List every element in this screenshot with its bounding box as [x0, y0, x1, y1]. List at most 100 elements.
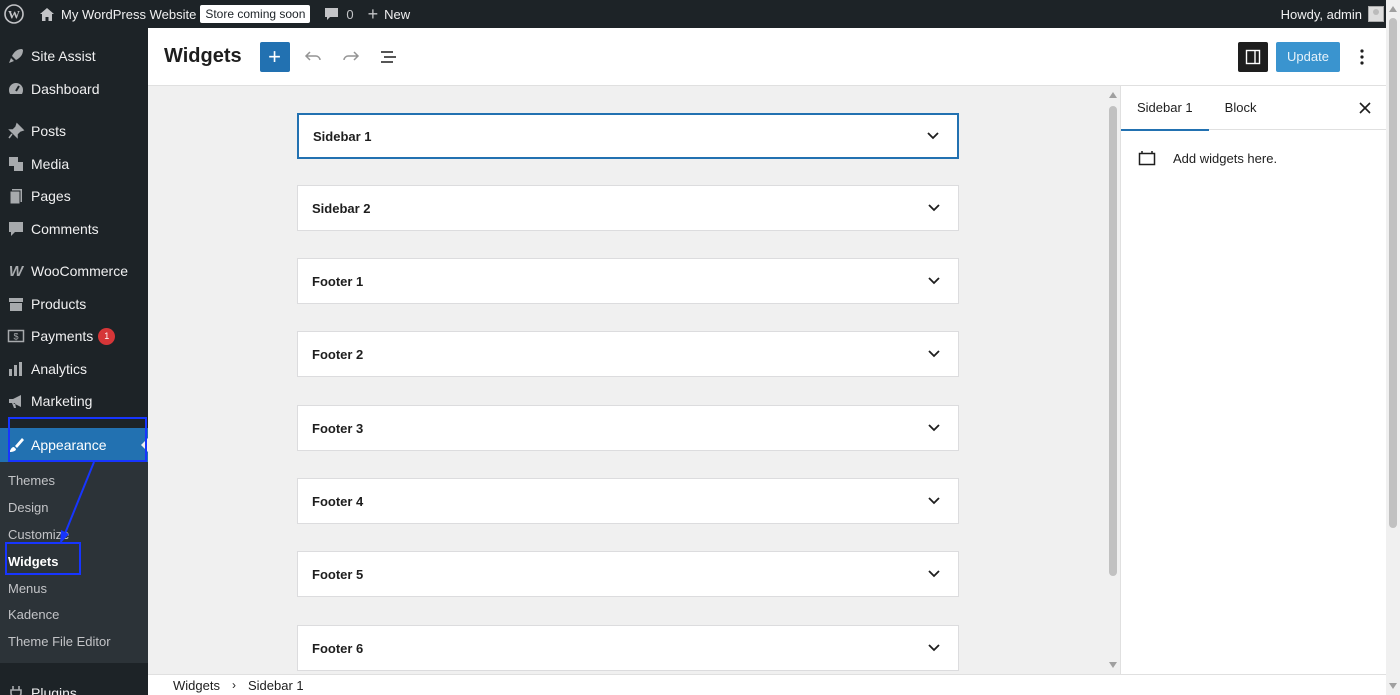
home-icon [39, 7, 55, 22]
more-options-button[interactable] [1350, 42, 1374, 72]
widget-area-title: Footer 4 [312, 493, 364, 509]
scroll-down-arrow-icon[interactable] [1389, 683, 1397, 689]
svg-text:$: $ [13, 332, 18, 342]
notification-badge: 1 [98, 327, 116, 345]
widget-area-icon [1137, 148, 1157, 168]
chevron-down-icon[interactable] [926, 566, 942, 582]
sidebar-item-pages[interactable]: Pages [0, 180, 148, 213]
window-scrollbar[interactable] [1386, 0, 1400, 695]
comments-link[interactable]: 0 [317, 0, 360, 28]
settings-tabs: Sidebar 1 Block [1121, 86, 1386, 131]
megaphone-icon [6, 391, 26, 411]
scroll-up-arrow-icon[interactable] [1389, 6, 1397, 12]
new-content-link[interactable]: + New [361, 0, 418, 28]
sidebar-item-label: Analytics [31, 360, 88, 377]
svg-text:W: W [8, 8, 20, 22]
chevron-down-icon[interactable] [926, 420, 942, 436]
sidebar-item-label: Media [31, 155, 70, 172]
sidebar-item-comments[interactable]: Comments [0, 213, 148, 246]
submenu-item-design[interactable]: Design [0, 494, 148, 521]
tab-block[interactable]: Block [1209, 86, 1273, 130]
comment-icon [6, 219, 26, 239]
widget-areas-canvas: Sidebar 1 Sidebar 2 Footer 1 Footer 2 Fo… [148, 86, 1106, 674]
widget-area-panel[interactable]: Footer 2 [297, 331, 959, 377]
chevron-down-icon[interactable] [926, 640, 942, 656]
scrollbar-thumb[interactable] [1389, 18, 1397, 528]
submenu-item-menus[interactable]: Menus [0, 575, 148, 602]
scroll-up-arrow-icon[interactable] [1109, 92, 1117, 98]
sidebar-item-dashboard[interactable]: Dashboard [0, 73, 148, 106]
settings-toggle-button[interactable] [1238, 41, 1268, 72]
site-name: My WordPress Website [61, 6, 197, 22]
widget-area-panel[interactable]: Footer 1 [297, 258, 959, 304]
widget-area-panel[interactable]: Footer 4 [297, 478, 959, 524]
close-icon [1359, 101, 1371, 114]
redo-button[interactable] [336, 42, 366, 72]
sidebar-item-label: Comments [31, 220, 99, 237]
submenu-item-kadence[interactable]: Kadence [0, 601, 148, 628]
chevron-down-icon[interactable] [926, 200, 942, 216]
widget-area-title: Footer 6 [312, 640, 364, 656]
widget-area-panel[interactable]: Footer 5 [297, 551, 959, 597]
pin-icon [6, 121, 26, 141]
editor-header: Widgets + Update [148, 28, 1386, 86]
sidebar-item-marketing[interactable]: Marketing [0, 385, 148, 418]
chevron-down-icon[interactable] [926, 273, 942, 289]
store-status-badge[interactable]: Store coming soon [200, 5, 311, 23]
tab-widget-area[interactable]: Sidebar 1 [1121, 86, 1209, 131]
chevron-down-icon[interactable] [925, 128, 941, 144]
add-widgets-message: Add widgets here. [1173, 150, 1278, 166]
wordpress-logo-icon[interactable]: W [0, 0, 32, 28]
admin-sidebar: Site Assist Dashboard Posts Media Pages … [0, 28, 148, 695]
add-block-button[interactable]: + [259, 41, 290, 72]
canvas-scrollbar[interactable] [1106, 86, 1120, 674]
breadcrumb-current[interactable]: Sidebar 1 [248, 678, 304, 693]
widget-area-panel[interactable]: Footer 3 [297, 405, 959, 451]
list-view-button[interactable] [374, 42, 404, 72]
sidebar-item-posts[interactable]: Posts [0, 115, 148, 148]
chevron-down-icon[interactable] [926, 346, 942, 362]
scroll-down-arrow-icon[interactable] [1109, 662, 1117, 668]
sidebar-item-label: Pages [31, 188, 71, 205]
media-icon [6, 154, 26, 174]
site-name-link[interactable]: My WordPress Website Store coming soon [32, 0, 317, 28]
my-account-link[interactable]: Howdy, admin [1281, 6, 1400, 22]
plus-icon: + [268, 43, 282, 69]
sidebar-item-label: Site Assist [31, 48, 96, 65]
widget-area-panel[interactable]: Footer 6 [297, 625, 959, 671]
widget-area-title: Footer 2 [312, 346, 364, 362]
howdy-text: Howdy, admin [1280, 6, 1362, 22]
submenu-item-themes[interactable]: Themes [0, 468, 148, 495]
sidebar-item-woocommerce[interactable]: W WooCommerce [0, 255, 148, 288]
widget-area-title: Sidebar 1 [313, 128, 372, 144]
widgets-highlight-box [5, 542, 81, 575]
sidebar-item-analytics[interactable]: Analytics [0, 353, 148, 386]
widget-area-title: Footer 3 [312, 420, 364, 436]
comments-count: 0 [346, 6, 354, 22]
scrollbar-thumb[interactable] [1109, 106, 1117, 576]
widget-area-panel[interactable]: Sidebar 1 [297, 113, 959, 159]
chevron-down-icon[interactable] [926, 493, 942, 509]
sidebar-item-plugins[interactable]: Plugins [0, 677, 148, 695]
sidebar-item-products[interactable]: Products [0, 288, 148, 321]
close-settings-button[interactable] [1350, 93, 1380, 123]
plug-icon [6, 683, 26, 695]
plus-icon: + [367, 3, 379, 24]
sidebar-item-media[interactable]: Media [0, 148, 148, 181]
widget-area-description: Add widgets here. [1121, 130, 1386, 186]
submenu-item-theme-file-editor[interactable]: Theme File Editor [0, 628, 148, 655]
undo-button[interactable] [298, 42, 328, 72]
undo-icon [304, 50, 321, 61]
update-button[interactable]: Update [1276, 41, 1340, 72]
list-view-icon [380, 50, 396, 63]
archive-icon [6, 294, 26, 314]
chevron-right-icon: › [231, 678, 236, 692]
redo-icon [342, 50, 359, 61]
new-label: New [384, 6, 411, 22]
settings-sidebar: Sidebar 1 Block Add widgets here. [1120, 86, 1386, 674]
sidebar-item-payments[interactable]: $ Payments 1 [0, 320, 148, 353]
widget-area-panel[interactable]: Sidebar 2 [297, 185, 959, 231]
sidebar-item-site-assist[interactable]: Site Assist [0, 40, 148, 73]
payments-icon: $ [6, 326, 26, 346]
breadcrumb-root[interactable]: Widgets [173, 678, 220, 693]
